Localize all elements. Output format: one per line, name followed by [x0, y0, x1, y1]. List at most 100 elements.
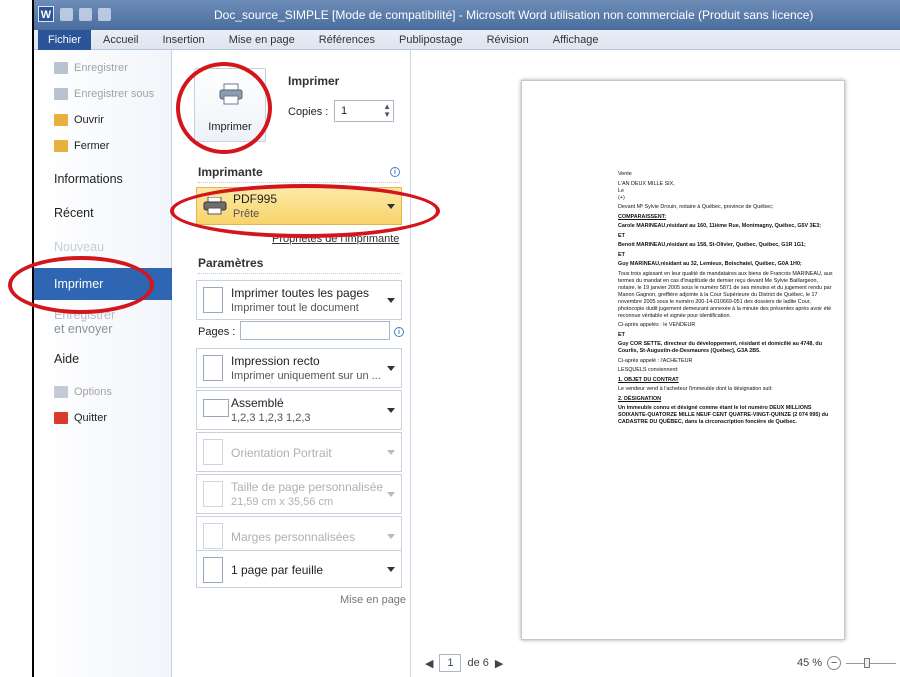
backstage-new[interactable]: Nouveau [34, 240, 172, 254]
folder-close-icon [54, 140, 68, 152]
pages-icon [203, 287, 223, 313]
chevron-down-icon [387, 408, 395, 413]
next-page-icon[interactable]: ▶ [495, 657, 503, 670]
margins-label: Marges personnalisées [231, 530, 356, 544]
current-page-input[interactable]: 1 [439, 654, 462, 672]
printer-dropdown[interactable]: PDF995 Prête [196, 187, 402, 225]
ribbon-tab-bar: Fichier Accueil Insertion Mise en page R… [34, 29, 900, 50]
chevron-down-icon [387, 534, 395, 539]
one-sided-icon [203, 355, 223, 381]
printer-heading: Imprimante [198, 165, 263, 179]
pages-per-sheet-dropdown[interactable]: 1 page par feuille [196, 550, 402, 588]
pages-scope-dropdown[interactable]: Imprimer toutes les pages Imprimer tout … [196, 280, 402, 320]
options-icon [54, 386, 68, 398]
preview-paragraph: ET [618, 232, 625, 239]
preview-paragraph: Le vendeur vend à l'acheteur l'immeuble … [618, 386, 773, 392]
preview-paragraph: ET [618, 331, 625, 338]
paper-size-icon [203, 481, 223, 507]
backstage-options[interactable]: Options [34, 386, 172, 398]
chevron-down-icon [387, 298, 395, 303]
preview-paragraph: Un immeuble connu et désigné comme étant… [618, 405, 829, 425]
chevron-down-icon [387, 567, 395, 572]
backstage-close[interactable]: Fermer [34, 140, 172, 152]
save-icon[interactable] [60, 7, 73, 21]
copies-value: 1 [341, 105, 348, 117]
preview-paragraph: Tous trois agissant en leur qualité de m… [618, 270, 833, 319]
zoom-level: 45 % [797, 657, 823, 669]
chevron-down-icon [387, 492, 395, 497]
printer-icon [203, 197, 227, 215]
spinner-arrows-icon[interactable]: ▲ ▼ [383, 103, 391, 119]
redo-icon[interactable] [98, 7, 111, 21]
printer-icon [219, 83, 243, 105]
tab-revision[interactable]: Révision [475, 30, 541, 50]
page-total: de 6 [467, 657, 489, 669]
sides-title: Impression recto [231, 354, 320, 368]
sides-subtitle: Imprimer uniquement sur un ... [231, 370, 381, 382]
printer-properties-link[interactable]: Propriétés de l'imprimante [272, 233, 399, 245]
info-icon[interactable]: i [390, 167, 400, 177]
print-preview-pane: Vente L'AN DEUX MILLE SIX, Le (+) Devant M… [410, 50, 900, 677]
backstage-share-line1[interactable]: Enregistrer [34, 308, 172, 322]
preview-paragraph: Guy MARINEAU,résidant au 32, Lemieux, Bo… [618, 261, 802, 267]
window-left-frame [0, 0, 34, 677]
paper-size-subtitle: 21,59 cm x 35,56 cm [231, 496, 334, 508]
orientation-dropdown[interactable]: Orientation Portrait [196, 432, 402, 472]
tab-mise-en-page[interactable]: Mise en page [217, 30, 307, 50]
backstage-exit[interactable]: Quitter [34, 412, 172, 424]
backstage-save-as[interactable]: Enregistrer sous [34, 88, 172, 100]
zoom-out-icon[interactable]: − [827, 656, 842, 670]
collate-dropdown[interactable]: Assemblé 1,2,3 1,2,3 1,2,3 [196, 390, 402, 430]
quick-access-toolbar: W [38, 6, 111, 22]
divider [198, 182, 402, 183]
tab-accueil[interactable]: Accueil [91, 30, 150, 50]
tab-publipostage[interactable]: Publipostage [387, 30, 475, 50]
tab-references[interactable]: Références [307, 30, 387, 50]
backstage-recent[interactable]: Récent [34, 206, 172, 220]
backstage-save[interactable]: Enregistrer [34, 62, 172, 74]
zoom-slider-thumb[interactable] [864, 657, 871, 668]
pages-input[interactable] [240, 321, 390, 340]
exit-icon [54, 412, 68, 424]
backstage-help[interactable]: Aide [34, 352, 172, 366]
orientation-label: Orientation Portrait [231, 446, 332, 460]
chevron-down-icon [387, 450, 395, 455]
printer-status: Prête [233, 208, 260, 220]
page-setup-link[interactable]: Mise en page [340, 594, 406, 606]
copies-stepper[interactable]: 1 ▲ ▼ [334, 100, 394, 122]
settings-heading: Paramètres [198, 256, 264, 270]
preview-paragraph: Benoit MARINEAU,résidant au 158, St-Oliv… [618, 242, 806, 248]
margins-icon [203, 523, 223, 549]
previous-page-icon[interactable]: ◀ [425, 657, 433, 670]
page-navigation: ◀ 1 de 6 ▶ [425, 654, 503, 672]
preview-paragraph: Ci-après appelés : le VENDEUR [618, 322, 696, 328]
backstage-open[interactable]: Ouvrir [34, 114, 172, 126]
zoom-control: 45 % − [797, 656, 897, 670]
sides-dropdown[interactable]: Impression recto Imprimer uniquement sur… [196, 348, 402, 388]
preview-paragraph: Ci-après appelé : l'ACHETEUR [618, 357, 693, 364]
title-bar: W Doc_source_SIMPLE [Mode de compatibili… [34, 0, 900, 30]
info-icon[interactable]: i [394, 327, 404, 337]
preview-page-text: Vente L'AN DEUX MILLE SIX, Le (+) Devant M… [618, 171, 836, 429]
pages-per-sheet-label: 1 page par feuille [231, 563, 324, 577]
backstage-print[interactable]: Imprimer [34, 268, 172, 300]
tab-insertion[interactable]: Insertion [150, 30, 216, 50]
printer-name: PDF995 [233, 192, 278, 206]
tab-fichier[interactable]: Fichier [38, 29, 92, 50]
backstage-share-line2[interactable]: et envoyer [34, 322, 172, 336]
tab-affichage[interactable]: Affichage [541, 30, 611, 50]
preview-paragraph: 1. OBJET DU CONTRAT [618, 376, 679, 383]
window-title: Doc_source_SIMPLE [Mode de compatibilité… [214, 8, 814, 22]
zoom-slider[interactable] [846, 657, 897, 668]
preview-paragraph: ET [618, 251, 625, 258]
collated-icon [203, 399, 229, 417]
pages-scope-title: Imprimer toutes les pages [231, 286, 370, 300]
preview-paragraph: Vente [618, 171, 632, 177]
backstage-info[interactable]: Informations [34, 172, 172, 186]
paper-size-title: Taille de page personnalisée [231, 480, 384, 494]
print-settings-panel: Imprimer Imprimer Copies : 1 ▲ ▼ Impriman… [172, 50, 410, 677]
print-button[interactable]: Imprimer [194, 68, 266, 142]
paper-size-dropdown[interactable]: Taille de page personnalisée 21,59 cm x … [196, 474, 402, 514]
undo-icon[interactable] [79, 7, 92, 21]
word-app-icon[interactable]: W [38, 6, 54, 22]
